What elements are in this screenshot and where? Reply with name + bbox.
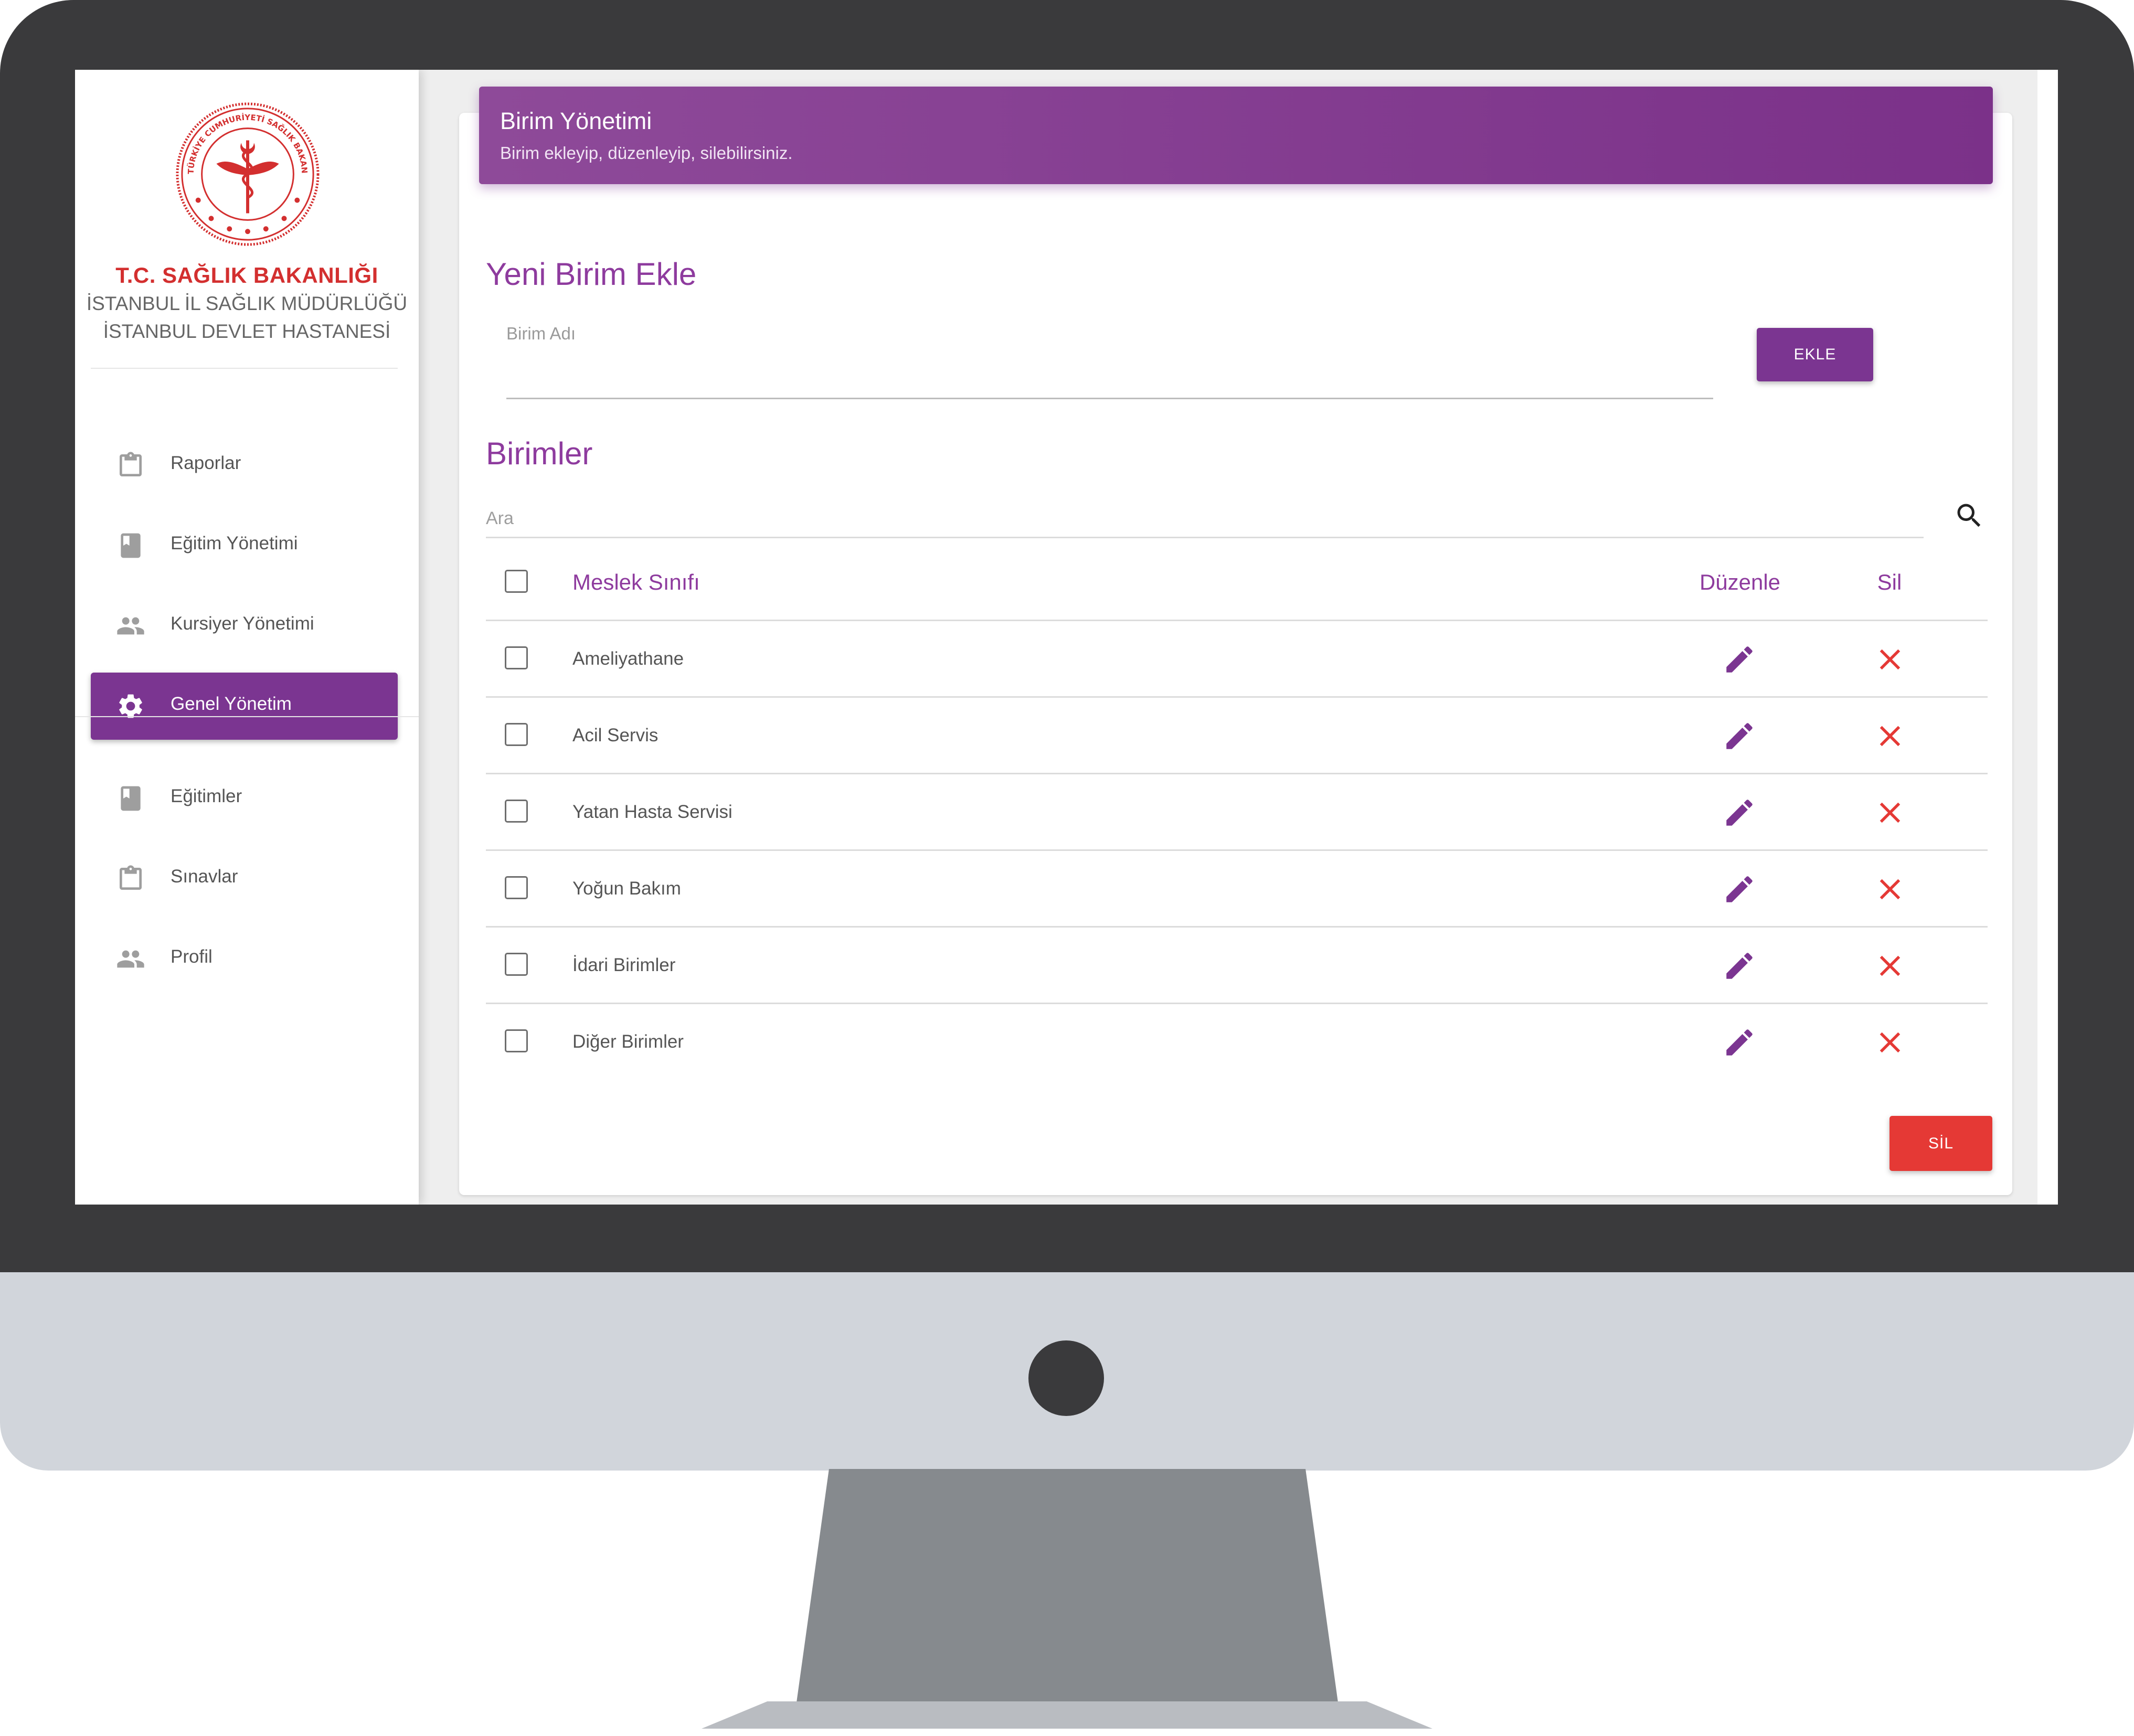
sidebar-item-label: Sınavlar (171, 866, 238, 887)
row-name: Yatan Hasta Servisi (572, 802, 732, 822)
table-row: Yatan Hasta Servisi (486, 774, 1988, 851)
table-row: Yoğun Bakım (486, 851, 1988, 928)
table-row: Acil Servis (486, 698, 1988, 774)
add-button[interactable]: EKLE (1757, 328, 1873, 381)
row-name: Yoğun Bakım (572, 878, 681, 899)
sidebar-item-label: Kursiyer Yönetimi (171, 613, 314, 634)
sidebar-divider (91, 368, 398, 369)
unit-name-input[interactable] (506, 348, 1713, 399)
sidebar-item-profil[interactable]: Profil (91, 925, 398, 993)
select-all-checkbox[interactable] (505, 570, 528, 593)
table-header: Meslek Sınıfı Düzenle Sil (486, 545, 1988, 621)
svg-text:TÜRKİYE CUMHURİYETİ SAĞLIK BAK: TÜRKİYE CUMHURİYETİ SAĞLIK BAKANLIĞI (175, 101, 309, 174)
edit-pencil-icon[interactable] (1722, 719, 1757, 753)
clipboard-icon (120, 452, 142, 476)
brand-subtitle-line1: İSTANBUL İL SAĞLIK MÜDÜRLÜĞÜ (86, 293, 408, 314)
people-icon (117, 617, 144, 635)
delete-x-icon[interactable] (1873, 642, 1907, 677)
row-name: Ameliyathane (572, 648, 684, 669)
row-name: İdari Birimler (572, 955, 676, 975)
search-icon[interactable] (1953, 500, 1985, 531)
row-checkbox[interactable] (505, 646, 528, 669)
people-icon (117, 950, 144, 968)
screen-right-edge (2037, 70, 2058, 1205)
ministry-seal-logo: TÜRKİYE CUMHURİYETİ SAĞLIK BAKANLIĞI (175, 101, 320, 246)
add-unit-title: Yeni Birim Ekle (486, 257, 697, 292)
monitor-foot (702, 1701, 1432, 1729)
unit-name-label: Birim Adı (506, 324, 576, 343)
row-checkbox[interactable] (505, 800, 528, 823)
sidebar: TÜRKİYE CUMHURİYETİ SAĞLIK BAKANLIĞI T.C… (75, 70, 419, 1205)
column-header-edit: Düzenle (1699, 570, 1781, 594)
edit-pencil-icon[interactable] (1722, 642, 1757, 677)
book-icon (121, 533, 141, 558)
row-checkbox[interactable] (505, 876, 528, 899)
sidebar-item-raporlar[interactable]: Raporlar (91, 432, 398, 499)
sidebar-divider (75, 716, 419, 717)
delete-x-icon[interactable] (1873, 872, 1907, 907)
edit-pencil-icon[interactable] (1722, 795, 1757, 830)
column-header-delete: Sil (1877, 570, 1902, 594)
sidebar-item-label: Profil (171, 946, 213, 967)
units-list-title: Birimler (486, 436, 593, 471)
row-checkbox[interactable] (505, 953, 528, 976)
delete-x-icon[interactable] (1873, 719, 1907, 753)
sidebar-item-kursiyer-yonetimi[interactable]: Kursiyer Yönetimi (91, 592, 398, 659)
screen: TÜRKİYE CUMHURİYETİ SAĞLIK BAKANLIĞI T.C… (75, 70, 2058, 1205)
page-header: Birim Yönetimi Birim ekleyip, düzenleyip… (479, 87, 1993, 184)
table-row: Ameliyathane (486, 621, 1988, 698)
clipboard-icon (120, 865, 142, 890)
sidebar-item-label: Genel Yönetim (171, 694, 292, 714)
sidebar-item-label: Raporlar (171, 453, 241, 473)
book-icon (121, 786, 141, 811)
page-subtitle: Birim ekleyip, düzenleyip, silebilirsini… (500, 143, 793, 163)
delete-x-icon[interactable] (1873, 795, 1907, 830)
page-title: Birim Yönetimi (500, 108, 652, 134)
sidebar-item-genel-yonetim[interactable]: Genel Yönetim (91, 673, 398, 740)
edit-pencil-icon[interactable] (1722, 872, 1757, 907)
row-name: Acil Servis (572, 725, 659, 745)
sidebar-item-label: Eğitim Yönetimi (171, 533, 298, 553)
row-checkbox[interactable] (505, 1029, 528, 1052)
delete-x-icon[interactable] (1873, 1025, 1907, 1060)
sidebar-item-sinavlar[interactable]: Sınavlar (91, 845, 398, 912)
delete-selected-button[interactable]: SİL (1889, 1116, 1992, 1171)
table-row: Diğer Birimler (486, 1004, 1988, 1081)
table-row: İdari Birimler (486, 928, 1988, 1004)
row-checkbox[interactable] (505, 723, 528, 746)
row-name: Diğer Birimler (572, 1031, 684, 1052)
edit-pencil-icon[interactable] (1722, 1025, 1757, 1060)
monitor-stand (797, 1469, 1338, 1702)
delete-x-icon[interactable] (1873, 949, 1907, 983)
monitor-logo-dot (1028, 1340, 1104, 1416)
column-header-name: Meslek Sınıfı (572, 570, 700, 594)
sidebar-item-egitim-yonetimi[interactable]: Eğitim Yönetimi (91, 512, 398, 579)
brand-subtitle-line2: İSTANBUL DEVLET HASTANESİ (103, 321, 391, 342)
edit-pencil-icon[interactable] (1722, 949, 1757, 983)
sidebar-item-label: Eğitimler (171, 786, 242, 806)
search-input[interactable] (486, 500, 1924, 538)
sidebar-item-egitimler[interactable]: Eğitimler (91, 765, 398, 832)
brand-title: T.C. SAĞLIK BAKANLIĞI (115, 263, 378, 287)
